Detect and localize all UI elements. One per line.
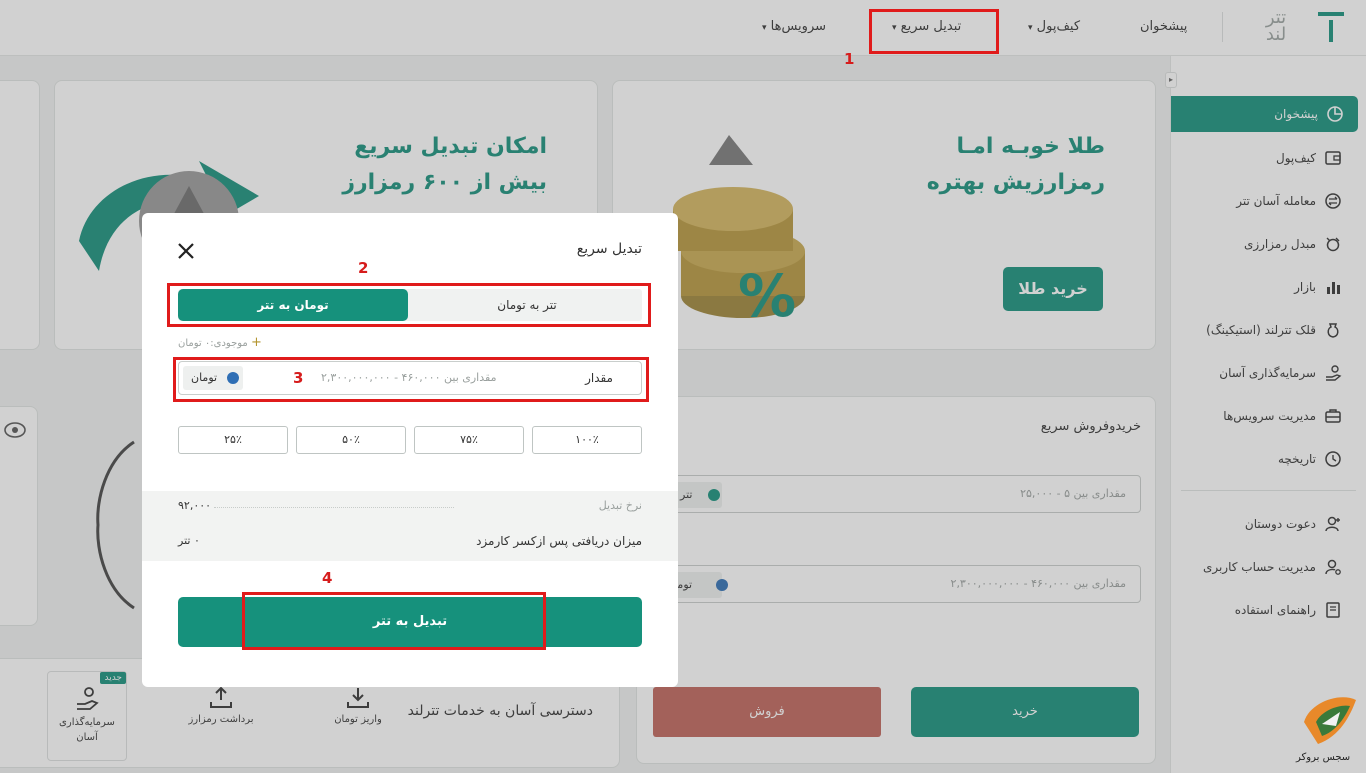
watermark: سجس بروکر xyxy=(1296,692,1366,772)
annotation-3: 3 xyxy=(293,369,304,387)
highlight-box-3 xyxy=(173,357,649,402)
highlight-box-1 xyxy=(869,9,999,54)
quick-swap-modal: تبدیل سریع تومان به تتر تتر به تومان + م… xyxy=(142,213,678,687)
percent-75-button[interactable]: ۷۵٪ xyxy=(414,426,524,454)
rate-value: ۹۲,۰۰۰ xyxy=(178,499,212,512)
annotation-2: 2 xyxy=(358,259,369,277)
receive-label: میزان دریافتی پس ازکسر کارمزد xyxy=(476,534,642,548)
dotted-leader xyxy=(214,507,454,508)
modal-title: تبدیل سریع xyxy=(576,241,642,257)
annotation-1: 1 xyxy=(844,50,855,68)
close-icon[interactable] xyxy=(176,241,196,261)
plus-icon[interactable]: + xyxy=(251,335,262,350)
summary-section: نرخ تبدیل ۹۲,۰۰۰ میزان دریافتی پس ازکسر … xyxy=(142,491,678,561)
broker-logo-icon xyxy=(1304,697,1356,744)
balance-row: + موجودی:۰ تومان xyxy=(178,335,262,350)
receive-value: ۰ تتر xyxy=(178,534,200,547)
annotation-4: 4 xyxy=(322,569,333,587)
highlight-box-2 xyxy=(167,283,651,327)
highlight-box-4 xyxy=(242,592,546,650)
rate-label: نرخ تبدیل xyxy=(598,499,642,512)
percent-100-button[interactable]: ۱۰۰٪ xyxy=(532,426,642,454)
percent-50-button[interactable]: ۵۰٪ xyxy=(296,426,406,454)
percent-25-button[interactable]: ۲۵٪ xyxy=(178,426,288,454)
